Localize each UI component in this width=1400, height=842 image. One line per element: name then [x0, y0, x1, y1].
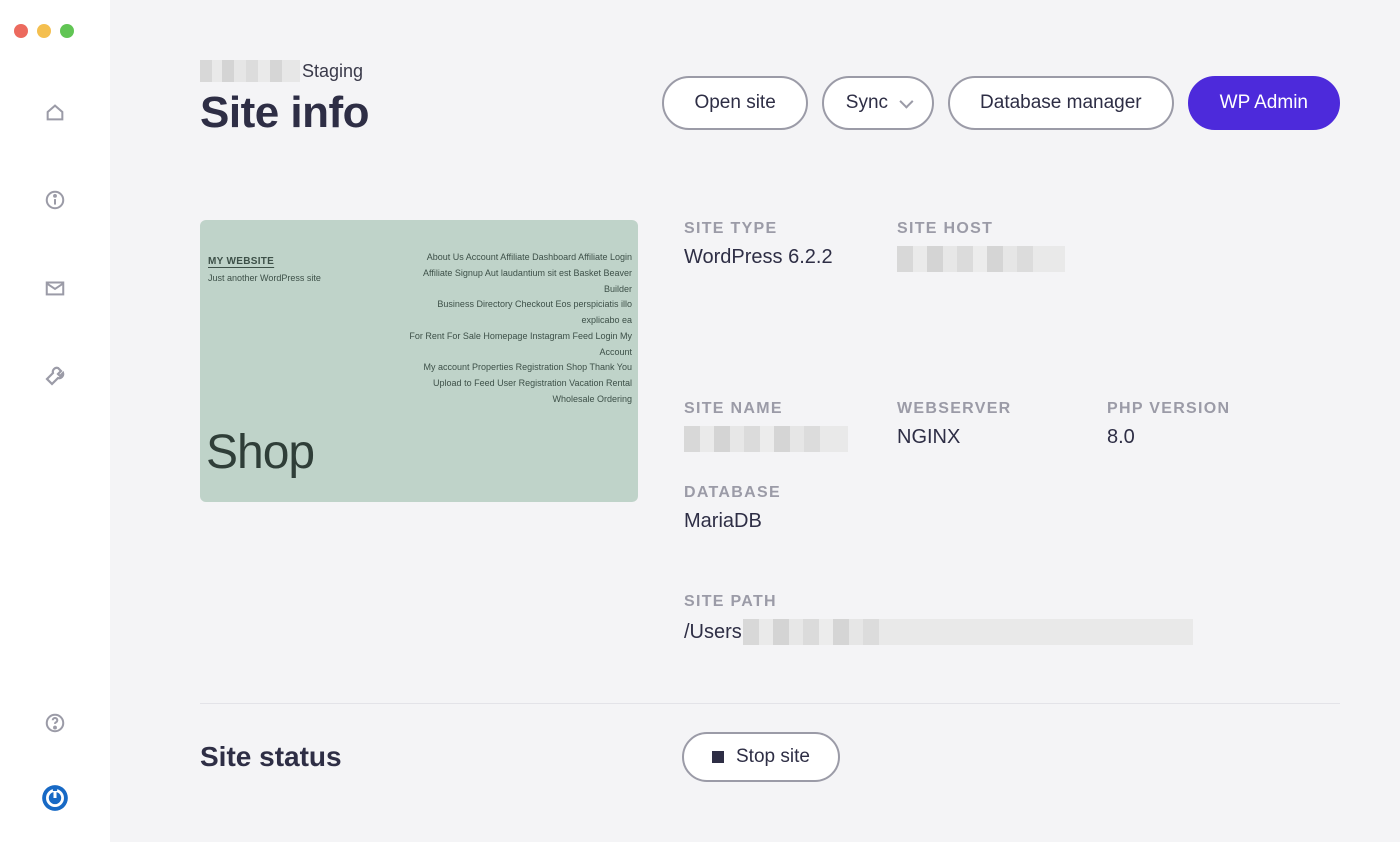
wp-admin-button[interactable]: WP Admin [1188, 76, 1340, 130]
site-path-field: SITE PATH /Users [684, 593, 1340, 645]
open-site-button[interactable]: Open site [662, 76, 807, 130]
power-icon[interactable] [41, 784, 69, 812]
php-version-label: PHP VERSION [1107, 400, 1340, 418]
help-icon[interactable] [44, 712, 66, 734]
breadcrumb-suffix: Staging [302, 61, 363, 82]
preview-hero-text: Shop [206, 425, 314, 480]
webserver-value: NGINX [897, 426, 1107, 449]
zoom-window-button[interactable] [60, 24, 74, 38]
site-path-redacted [743, 619, 1193, 645]
site-host-redacted [897, 246, 1065, 272]
minimize-window-button[interactable] [37, 24, 51, 38]
page-header: Staging Site info Open site Sync Databas… [200, 60, 1340, 138]
site-path-label: SITE PATH [684, 593, 1340, 611]
stop-icon [712, 751, 724, 763]
site-path-prefix: /Users [684, 621, 742, 644]
site-details: SITE TYPE WordPress 6.2.2 SITE HOST SITE… [684, 220, 1340, 645]
database-label: DATABASE [684, 484, 897, 502]
breadcrumb-redacted [200, 60, 300, 82]
tools-icon[interactable] [43, 364, 67, 388]
php-version-field: PHP VERSION 8.0 [1107, 400, 1340, 452]
database-field: DATABASE MariaDB [684, 484, 897, 533]
stop-site-label: Stop site [736, 746, 810, 768]
site-status-title: Site status [200, 741, 682, 773]
mail-icon[interactable] [43, 276, 67, 300]
header-actions: Open site Sync Database manager WP Admin [662, 76, 1340, 130]
close-window-button[interactable] [14, 24, 28, 38]
sidebar [0, 0, 110, 842]
database-manager-button[interactable]: Database manager [948, 76, 1174, 130]
preview-nav-links: About Us Account Affiliate Dashboard Aff… [397, 250, 632, 408]
php-version-value: 8.0 [1107, 426, 1340, 449]
main-content: Staging Site info Open site Sync Databas… [110, 0, 1400, 842]
sync-label: Sync [846, 92, 888, 114]
webserver-field: WEBSERVER NGINX [897, 400, 1107, 452]
site-preview-thumbnail[interactable]: MY WEBSITE Just another WordPress site A… [200, 220, 638, 502]
site-info-content: MY WEBSITE Just another WordPress site A… [200, 220, 1340, 645]
home-icon[interactable] [43, 100, 67, 124]
window-traffic-lights [14, 24, 74, 38]
stop-site-button[interactable]: Stop site [682, 732, 840, 782]
site-host-label: SITE HOST [897, 220, 1107, 238]
breadcrumb: Staging [200, 60, 369, 82]
site-name-label: SITE NAME [684, 400, 897, 418]
site-type-label: SITE TYPE [684, 220, 897, 238]
site-name-redacted [684, 426, 848, 452]
webserver-label: WEBSERVER [897, 400, 1107, 418]
site-host-field: SITE HOST [897, 220, 1107, 272]
site-name-field: SITE NAME [684, 400, 897, 452]
chevron-down-icon [899, 95, 913, 109]
page-title: Site info [200, 88, 369, 138]
site-type-value: WordPress 6.2.2 [684, 246, 897, 269]
database-value: MariaDB [684, 510, 897, 533]
site-type-field: SITE TYPE WordPress 6.2.2 [684, 220, 897, 272]
site-status-section: Site status Stop site [200, 704, 1340, 782]
sync-button[interactable]: Sync [822, 76, 934, 130]
info-icon[interactable] [43, 188, 67, 212]
